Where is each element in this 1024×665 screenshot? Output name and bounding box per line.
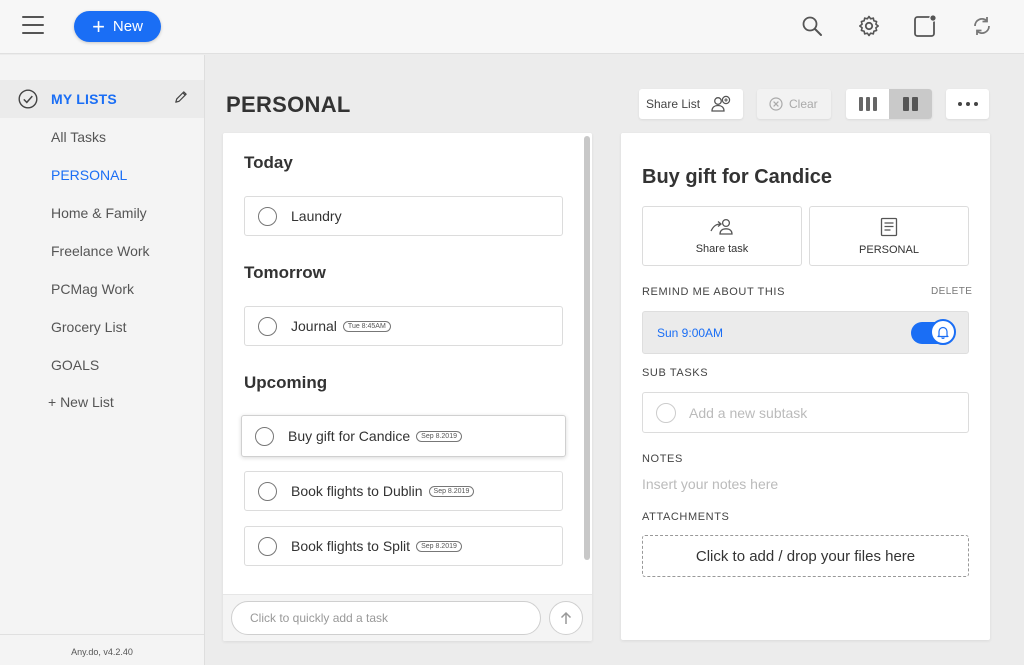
- subtask-placeholder: Add a new subtask: [689, 404, 808, 421]
- list-assign-label: PERSONAL: [859, 243, 919, 256]
- clear-label: Clear: [789, 97, 818, 111]
- quick-add-submit-button[interactable]: [549, 601, 583, 635]
- new-button[interactable]: + New: [74, 11, 161, 42]
- share-task-button[interactable]: Share task: [642, 206, 802, 266]
- more-options-button[interactable]: [946, 89, 989, 119]
- three-column-view-button[interactable]: [846, 89, 889, 119]
- subtask-input[interactable]: Add a new subtask: [642, 392, 969, 433]
- quick-add-input[interactable]: Click to quickly add a task: [231, 601, 541, 635]
- sidebar-item-home-family[interactable]: Home & Family: [51, 205, 147, 221]
- pencil-icon[interactable]: [173, 90, 188, 105]
- task-checkbox[interactable]: [258, 206, 277, 226]
- section-title-today: Today: [244, 153, 293, 172]
- three-columns-icon: [858, 97, 877, 111]
- sidebar-item-pcmag-work[interactable]: PCMag Work: [51, 281, 134, 297]
- task-item-selected[interactable]: Buy gift for Candice Sep 8.2019: [241, 415, 566, 457]
- task-detail-title: Buy gift for Candice: [642, 166, 833, 188]
- toggle-knob: [930, 319, 956, 345]
- share-list-label: Share List: [646, 97, 701, 111]
- clear-button[interactable]: Clear: [757, 89, 831, 119]
- check-circle-icon: [18, 89, 38, 109]
- notes-input[interactable]: Insert your notes here: [642, 476, 778, 492]
- task-checkbox[interactable]: [258, 481, 277, 501]
- quick-add-bar: Click to quickly add a task: [223, 594, 592, 641]
- two-column-view-button[interactable]: [889, 89, 932, 119]
- more-dots-icon: [957, 102, 978, 106]
- sidebar-item-goals[interactable]: GOALS: [51, 357, 99, 373]
- sidebar-item-personal[interactable]: PERSONAL: [51, 167, 127, 183]
- task-list-panel: Today Laundry Tomorrow Journal Tue 8:45A…: [223, 133, 592, 641]
- task-name: Laundry: [291, 208, 342, 224]
- task-name: Buy gift for Candice: [288, 428, 411, 444]
- remind-heading: REMIND ME ABOUT THIS: [642, 286, 786, 298]
- task-date-tag: Sep 8.2019: [416, 540, 462, 552]
- list-document-icon: [880, 217, 898, 236]
- task-date-tag: Sep 8.2019: [416, 430, 462, 442]
- share-task-label: Share task: [695, 242, 749, 255]
- reminder-time: Sun 9:00AM: [657, 326, 724, 340]
- sidebar-item-freelance-work[interactable]: Freelance Work: [51, 243, 150, 259]
- task-name: Book flights to Split: [291, 538, 411, 554]
- new-button-label: New: [112, 18, 143, 35]
- task-name: Journal: [291, 318, 337, 334]
- sidebar-item-all-tasks[interactable]: All Tasks: [51, 129, 106, 145]
- section-title-tomorrow: Tomorrow: [244, 263, 326, 282]
- task-checkbox[interactable]: [255, 426, 274, 446]
- attachment-drop-zone[interactable]: Click to add / drop your files here: [642, 535, 969, 577]
- new-list-button[interactable]: + New List: [48, 394, 114, 410]
- gear-icon[interactable]: [857, 14, 881, 38]
- arrow-up-icon: [560, 611, 572, 624]
- version-label: Any.do, v4.2.40: [71, 647, 133, 657]
- section-title-upcoming: Upcoming: [244, 373, 328, 392]
- plus-icon: +: [92, 13, 105, 39]
- my-lists-header[interactable]: MY LISTS: [0, 80, 204, 118]
- task-date-tag: Tue 8:45AM: [342, 320, 391, 332]
- search-icon[interactable]: [800, 14, 824, 38]
- task-item[interactable]: Book flights to Dublin Sep 8.2019: [244, 471, 563, 511]
- task-name: Book flights to Dublin: [291, 483, 423, 499]
- subtasks-heading: SUB TASKS: [642, 367, 709, 379]
- task-item[interactable]: Laundry: [244, 196, 563, 236]
- attachments-heading: ATTACHMENTS: [642, 511, 730, 523]
- delete-reminder-button[interactable]: DELETE: [931, 286, 972, 297]
- subtask-checkbox: [656, 402, 676, 423]
- my-lists-label: MY LISTS: [51, 91, 117, 107]
- sidebar-item-grocery-list[interactable]: Grocery List: [51, 319, 126, 335]
- task-item[interactable]: Book flights to Split Sep 8.2019: [244, 526, 563, 566]
- share-task-icon: [710, 218, 733, 235]
- task-checkbox[interactable]: [258, 536, 277, 556]
- view-toggle: [846, 89, 932, 119]
- clear-x-icon: [769, 97, 783, 111]
- notes-heading: NOTES: [642, 453, 683, 465]
- sidebar: MY LISTS All Tasks PERSONAL Home & Famil…: [0, 55, 205, 665]
- notification-square-icon[interactable]: [913, 14, 937, 38]
- reminder-row[interactable]: Sun 9:00AM: [642, 311, 969, 354]
- sync-icon[interactable]: [970, 14, 994, 38]
- share-people-icon: [711, 95, 731, 112]
- page-title: PERSONAL: [226, 92, 351, 117]
- hamburger-icon[interactable]: [22, 16, 44, 36]
- task-checkbox[interactable]: [258, 316, 277, 336]
- top-bar: + New: [0, 0, 1024, 54]
- sidebar-divider: [0, 634, 204, 635]
- reminder-toggle[interactable]: [911, 319, 956, 345]
- task-detail-panel: Buy gift for Candice Share task PERSONAL…: [621, 133, 990, 640]
- list-assign-button[interactable]: PERSONAL: [809, 206, 969, 266]
- scrollbar[interactable]: [584, 136, 590, 560]
- bell-icon: [937, 326, 949, 339]
- task-item[interactable]: Journal Tue 8:45AM: [244, 306, 563, 346]
- two-columns-icon: [902, 97, 918, 111]
- share-list-button[interactable]: Share List: [639, 89, 743, 119]
- task-date-tag: Sep 8.2019: [428, 485, 475, 497]
